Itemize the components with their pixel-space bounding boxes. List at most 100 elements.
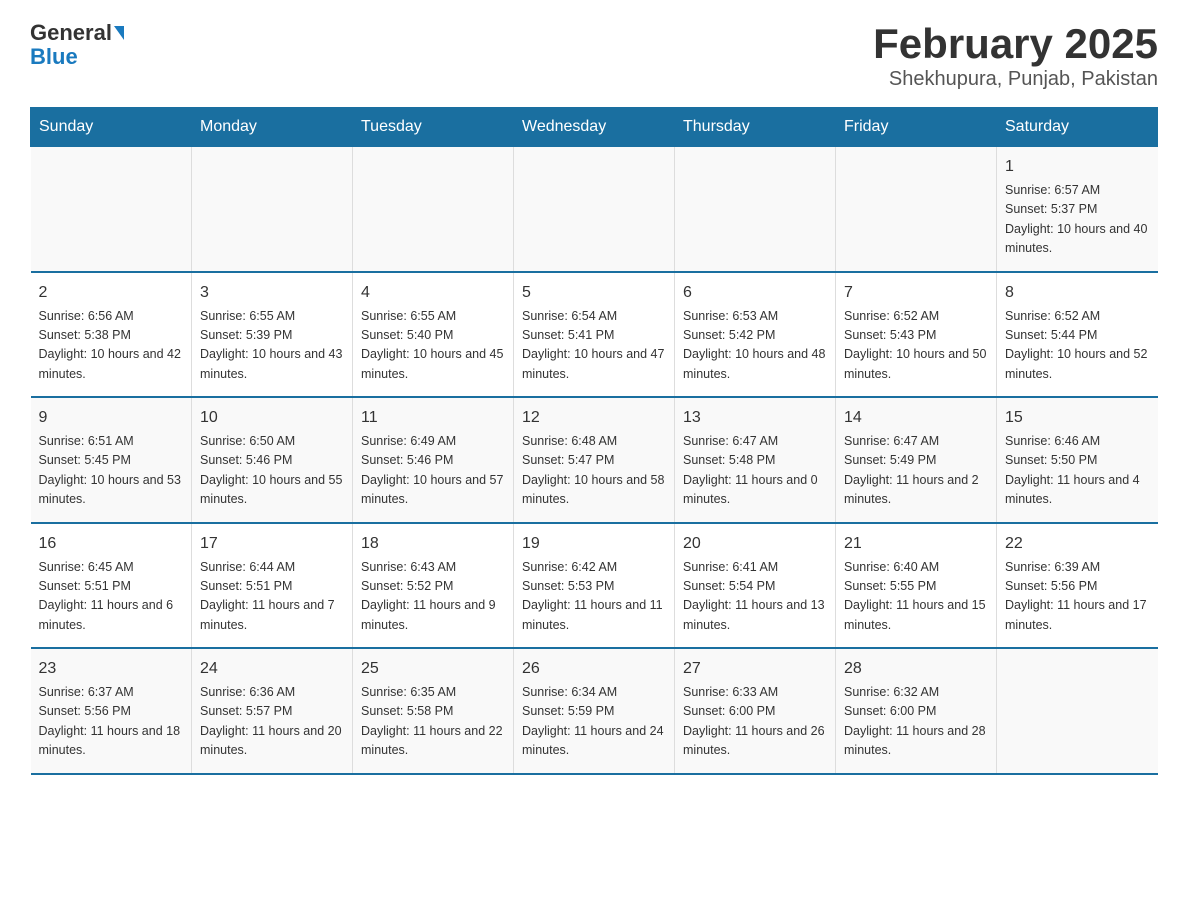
- calendar-cell: [675, 147, 836, 272]
- day-info: Sunrise: 6:45 AM Sunset: 5:51 PM Dayligh…: [39, 558, 184, 636]
- day-info: Sunrise: 6:36 AM Sunset: 5:57 PM Dayligh…: [200, 683, 344, 761]
- header-cell-wednesday: Wednesday: [514, 108, 675, 147]
- calendar-cell: [997, 648, 1158, 774]
- day-number: 3: [200, 281, 344, 305]
- day-info: Sunrise: 6:43 AM Sunset: 5:52 PM Dayligh…: [361, 558, 505, 636]
- calendar-cell: 23Sunrise: 6:37 AM Sunset: 5:56 PM Dayli…: [31, 648, 192, 774]
- calendar-cell: 5Sunrise: 6:54 AM Sunset: 5:41 PM Daylig…: [514, 272, 675, 398]
- calendar-cell: [514, 147, 675, 272]
- logo-blue-label: Blue: [30, 44, 78, 70]
- day-info: Sunrise: 6:55 AM Sunset: 5:39 PM Dayligh…: [200, 307, 344, 385]
- day-number: 15: [1005, 406, 1150, 430]
- day-info: Sunrise: 6:40 AM Sunset: 5:55 PM Dayligh…: [844, 558, 988, 636]
- day-info: Sunrise: 6:34 AM Sunset: 5:59 PM Dayligh…: [522, 683, 666, 761]
- day-info: Sunrise: 6:50 AM Sunset: 5:46 PM Dayligh…: [200, 432, 344, 510]
- calendar-header: SundayMondayTuesdayWednesdayThursdayFrid…: [31, 108, 1158, 147]
- calendar-cell: 22Sunrise: 6:39 AM Sunset: 5:56 PM Dayli…: [997, 523, 1158, 649]
- day-info: Sunrise: 6:52 AM Sunset: 5:43 PM Dayligh…: [844, 307, 988, 385]
- day-number: 12: [522, 406, 666, 430]
- day-info: Sunrise: 6:55 AM Sunset: 5:40 PM Dayligh…: [361, 307, 505, 385]
- calendar-cell: 20Sunrise: 6:41 AM Sunset: 5:54 PM Dayli…: [675, 523, 836, 649]
- header-cell-friday: Friday: [836, 108, 997, 147]
- logo: General Blue: [30, 20, 124, 70]
- calendar-cell: 16Sunrise: 6:45 AM Sunset: 5:51 PM Dayli…: [31, 523, 192, 649]
- day-number: 5: [522, 281, 666, 305]
- day-info: Sunrise: 6:33 AM Sunset: 6:00 PM Dayligh…: [683, 683, 827, 761]
- day-info: Sunrise: 6:57 AM Sunset: 5:37 PM Dayligh…: [1005, 181, 1150, 259]
- calendar-cell: 13Sunrise: 6:47 AM Sunset: 5:48 PM Dayli…: [675, 397, 836, 523]
- calendar-cell: 17Sunrise: 6:44 AM Sunset: 5:51 PM Dayli…: [192, 523, 353, 649]
- day-number: 13: [683, 406, 827, 430]
- calendar-cell: [353, 147, 514, 272]
- day-number: 22: [1005, 532, 1150, 556]
- day-info: Sunrise: 6:48 AM Sunset: 5:47 PM Dayligh…: [522, 432, 666, 510]
- calendar-cell: 4Sunrise: 6:55 AM Sunset: 5:40 PM Daylig…: [353, 272, 514, 398]
- day-info: Sunrise: 6:39 AM Sunset: 5:56 PM Dayligh…: [1005, 558, 1150, 636]
- day-info: Sunrise: 6:54 AM Sunset: 5:41 PM Dayligh…: [522, 307, 666, 385]
- calendar-cell: 14Sunrise: 6:47 AM Sunset: 5:49 PM Dayli…: [836, 397, 997, 523]
- day-number: 10: [200, 406, 344, 430]
- day-number: 4: [361, 281, 505, 305]
- day-info: Sunrise: 6:52 AM Sunset: 5:44 PM Dayligh…: [1005, 307, 1150, 385]
- header-cell-monday: Monday: [192, 108, 353, 147]
- day-info: Sunrise: 6:53 AM Sunset: 5:42 PM Dayligh…: [683, 307, 827, 385]
- calendar-body: 1Sunrise: 6:57 AM Sunset: 5:37 PM Daylig…: [31, 147, 1158, 774]
- calendar-cell: 9Sunrise: 6:51 AM Sunset: 5:45 PM Daylig…: [31, 397, 192, 523]
- calendar-cell: 6Sunrise: 6:53 AM Sunset: 5:42 PM Daylig…: [675, 272, 836, 398]
- day-number: 20: [683, 532, 827, 556]
- calendar-cell: 2Sunrise: 6:56 AM Sunset: 5:38 PM Daylig…: [31, 272, 192, 398]
- page-header: General Blue February 2025 Shekhupura, P…: [30, 20, 1158, 91]
- day-number: 21: [844, 532, 988, 556]
- day-info: Sunrise: 6:35 AM Sunset: 5:58 PM Dayligh…: [361, 683, 505, 761]
- day-info: Sunrise: 6:42 AM Sunset: 5:53 PM Dayligh…: [522, 558, 666, 636]
- day-info: Sunrise: 6:44 AM Sunset: 5:51 PM Dayligh…: [200, 558, 344, 636]
- header-cell-thursday: Thursday: [675, 108, 836, 147]
- calendar-cell: 19Sunrise: 6:42 AM Sunset: 5:53 PM Dayli…: [514, 523, 675, 649]
- day-number: 7: [844, 281, 988, 305]
- day-number: 1: [1005, 155, 1150, 179]
- calendar-row: 1Sunrise: 6:57 AM Sunset: 5:37 PM Daylig…: [31, 147, 1158, 272]
- day-info: Sunrise: 6:46 AM Sunset: 5:50 PM Dayligh…: [1005, 432, 1150, 510]
- calendar-cell: 8Sunrise: 6:52 AM Sunset: 5:44 PM Daylig…: [997, 272, 1158, 398]
- day-info: Sunrise: 6:51 AM Sunset: 5:45 PM Dayligh…: [39, 432, 184, 510]
- day-number: 19: [522, 532, 666, 556]
- day-number: 11: [361, 406, 505, 430]
- day-info: Sunrise: 6:32 AM Sunset: 6:00 PM Dayligh…: [844, 683, 988, 761]
- day-number: 8: [1005, 281, 1150, 305]
- day-number: 18: [361, 532, 505, 556]
- day-number: 16: [39, 532, 184, 556]
- calendar-cell: 10Sunrise: 6:50 AM Sunset: 5:46 PM Dayli…: [192, 397, 353, 523]
- day-number: 24: [200, 657, 344, 681]
- day-number: 27: [683, 657, 827, 681]
- calendar-cell: 15Sunrise: 6:46 AM Sunset: 5:50 PM Dayli…: [997, 397, 1158, 523]
- page-title: February 2025: [873, 20, 1158, 68]
- header-row: SundayMondayTuesdayWednesdayThursdayFrid…: [31, 108, 1158, 147]
- calendar-cell: 24Sunrise: 6:36 AM Sunset: 5:57 PM Dayli…: [192, 648, 353, 774]
- calendar-row: 23Sunrise: 6:37 AM Sunset: 5:56 PM Dayli…: [31, 648, 1158, 774]
- calendar-cell: 11Sunrise: 6:49 AM Sunset: 5:46 PM Dayli…: [353, 397, 514, 523]
- title-block: February 2025 Shekhupura, Punjab, Pakist…: [873, 20, 1158, 91]
- calendar-cell: 1Sunrise: 6:57 AM Sunset: 5:37 PM Daylig…: [997, 147, 1158, 272]
- day-info: Sunrise: 6:47 AM Sunset: 5:48 PM Dayligh…: [683, 432, 827, 510]
- calendar-table: SundayMondayTuesdayWednesdayThursdayFrid…: [30, 107, 1158, 775]
- day-info: Sunrise: 6:37 AM Sunset: 5:56 PM Dayligh…: [39, 683, 184, 761]
- calendar-row: 9Sunrise: 6:51 AM Sunset: 5:45 PM Daylig…: [31, 397, 1158, 523]
- header-cell-tuesday: Tuesday: [353, 108, 514, 147]
- day-info: Sunrise: 6:41 AM Sunset: 5:54 PM Dayligh…: [683, 558, 827, 636]
- calendar-cell: 12Sunrise: 6:48 AM Sunset: 5:47 PM Dayli…: [514, 397, 675, 523]
- page-subtitle: Shekhupura, Punjab, Pakistan: [873, 68, 1158, 91]
- calendar-cell: 27Sunrise: 6:33 AM Sunset: 6:00 PM Dayli…: [675, 648, 836, 774]
- calendar-cell: 25Sunrise: 6:35 AM Sunset: 5:58 PM Dayli…: [353, 648, 514, 774]
- day-number: 9: [39, 406, 184, 430]
- logo-triangle-icon: [114, 26, 124, 40]
- day-number: 17: [200, 532, 344, 556]
- day-number: 2: [39, 281, 184, 305]
- logo-general-label: General: [30, 20, 112, 46]
- calendar-row: 16Sunrise: 6:45 AM Sunset: 5:51 PM Dayli…: [31, 523, 1158, 649]
- calendar-cell: 28Sunrise: 6:32 AM Sunset: 6:00 PM Dayli…: [836, 648, 997, 774]
- calendar-cell: [836, 147, 997, 272]
- day-number: 26: [522, 657, 666, 681]
- calendar-cell: 21Sunrise: 6:40 AM Sunset: 5:55 PM Dayli…: [836, 523, 997, 649]
- calendar-cell: 18Sunrise: 6:43 AM Sunset: 5:52 PM Dayli…: [353, 523, 514, 649]
- calendar-cell: [31, 147, 192, 272]
